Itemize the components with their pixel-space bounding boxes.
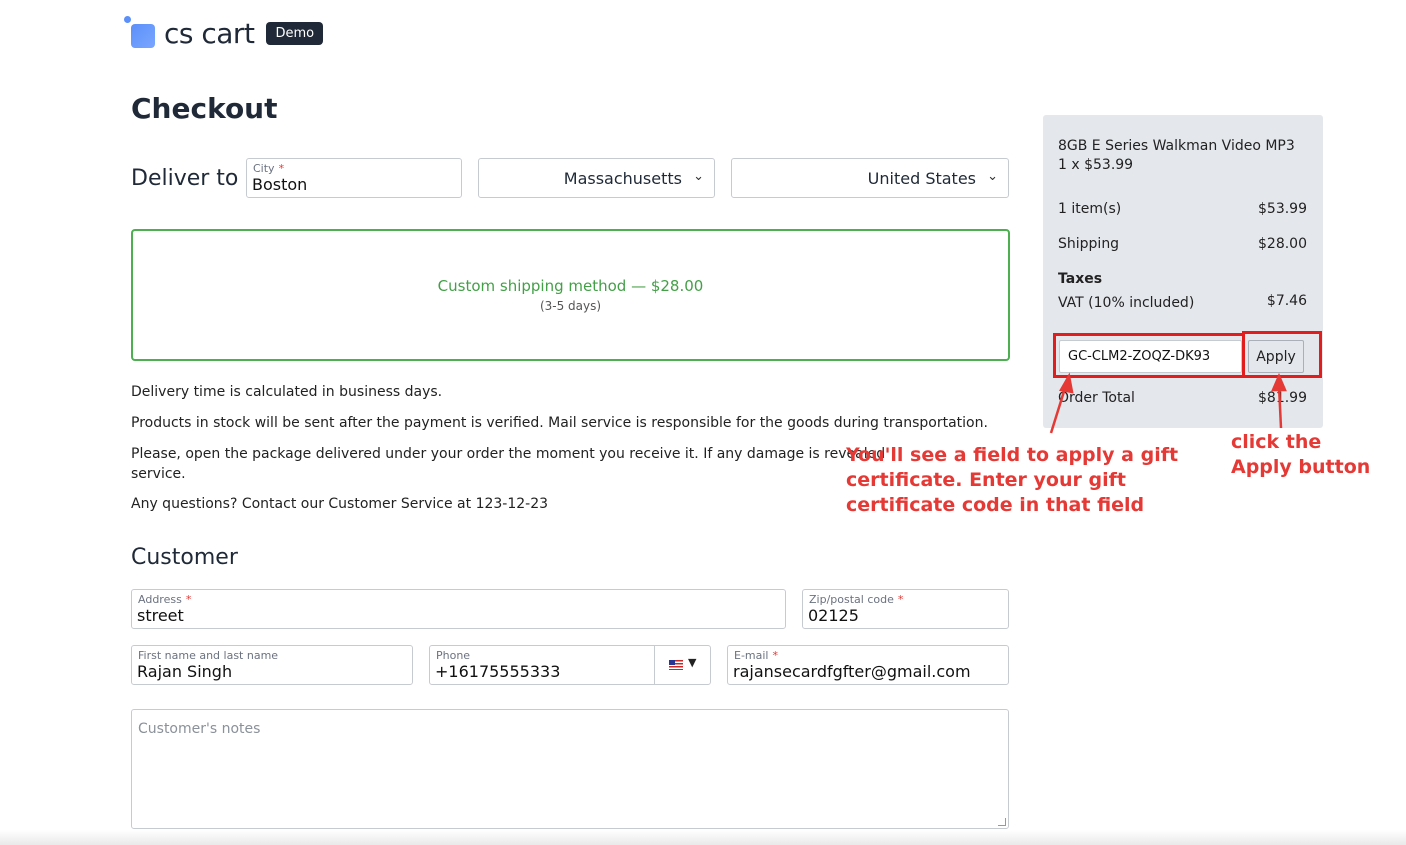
customer-service-text: Any questions? Contact our Customer Serv… [131,496,549,512]
email-value: rajansecardfgfter@gmail.com [733,662,971,681]
total-label: Order Total [1058,390,1135,406]
items-label: 1 item(s) [1058,201,1122,217]
page-bottom-edge [0,830,1406,845]
cs-cart-logo-icon [124,16,158,50]
address-label: Address [138,593,182,606]
gift-field-instruction: You'll see a field to apply a gift certi… [846,443,1178,518]
taxes-label: Taxes [1058,271,1103,287]
address-input[interactable]: Address * street [131,589,786,629]
address-value: street [137,606,184,625]
zip-input[interactable]: Zip/postal code * 02125 [802,589,1009,629]
state-select[interactable]: Massachusetts ⌄ [478,158,715,198]
instruction-line: You'll see a field to apply a gift [846,444,1179,466]
notes-placeholder: Customer's notes [138,721,261,737]
shipping-method-days: (3-5 days) [539,299,602,313]
city-label: City [253,162,275,175]
country-select[interactable]: United States ⌄ [731,158,1009,198]
customer-notes-textarea[interactable]: Customer's notes [131,709,1009,829]
email-input[interactable]: E-mail * rajansecardfgfter@gmail.com [727,645,1009,685]
deliver-to-label: Deliver to [131,166,239,191]
logo-text: cs cart [164,16,255,50]
items-value: $53.99 [1258,201,1307,217]
required-mark: * [185,593,192,606]
city-input[interactable]: City * Boston [246,158,462,198]
country-code-dropdown[interactable]: ▼ [654,645,711,685]
name-input[interactable]: First name and last name Rajan Singh [131,645,413,685]
zip-label: Zip/postal code [809,593,894,606]
order-summary: 8GB E Series Walkman Video MP3 1 x $53.9… [1043,115,1323,428]
summary-total-row: Order Total $81.99 [1058,390,1307,406]
page-title: Checkout [131,92,278,125]
instruction-line: certificate. Enter your gift [846,469,1126,491]
delivery-info-line: service. [131,466,186,482]
name-label: First name and last name [138,649,279,662]
resize-handle-icon[interactable] [998,818,1006,826]
shipping-method-name: Custom shipping method — $28.00 [437,277,704,295]
instruction-line: certificate code in that field [846,494,1145,516]
city-value: Boston [252,175,308,194]
customer-section-title: Customer [131,545,238,570]
gift-field-highlight [1053,333,1245,378]
total-value: $81.99 [1258,390,1307,406]
required-mark: * [278,162,285,175]
state-value: Massachusetts [563,169,682,188]
instruction-line: Apply button [1231,456,1371,478]
email-label: E-mail [734,649,769,662]
chevron-down-icon: ⌄ [987,169,998,184]
delivery-info-line: Please, open the package delivered under… [131,446,886,462]
vat-label: VAT (10% included) [1058,295,1195,311]
phone-value: +16175555333 [435,662,561,681]
delivery-info-text: Please, open the package delivered under… [131,444,886,484]
shipping-method-option[interactable]: Custom shipping method — $28.00 (3-5 day… [131,229,1010,361]
shipping-value: $28.00 [1258,236,1307,252]
apply-button-highlight [1242,331,1322,378]
summary-product: 8GB E Series Walkman Video MP3 1 x $53.9… [1058,137,1295,175]
summary-vat-row: VAT (10% included) $7.46 [1058,293,1307,311]
chevron-down-icon: ⌄ [693,169,704,184]
product-name[interactable]: 8GB E Series Walkman Video MP3 [1058,137,1295,156]
logo[interactable]: cs cart Demo [124,16,324,50]
delivery-info-text: Delivery time is calculated in business … [131,384,443,400]
summary-items-row: 1 item(s) $53.99 [1058,201,1307,217]
demo-badge: Demo [266,21,324,45]
required-mark: * [772,649,779,662]
instruction-line: click the [1231,431,1322,453]
zip-value: 02125 [808,606,859,625]
country-value: United States [867,169,976,188]
shipping-label: Shipping [1058,236,1120,252]
product-qty: 1 x $53.99 [1058,157,1134,173]
delivery-info-text: Products in stock will be sent after the… [131,415,988,431]
apply-button-instruction: click the Apply button [1231,430,1370,480]
us-flag-icon [669,660,683,670]
required-mark: * [897,593,904,606]
caret-down-icon: ▼ [688,656,697,669]
phone-input[interactable]: Phone +16175555333 [429,645,655,685]
vat-value: $7.46 [1266,293,1307,309]
name-value: Rajan Singh [137,662,233,681]
summary-shipping-row: Shipping $28.00 [1058,236,1307,252]
phone-label: Phone [436,649,471,662]
